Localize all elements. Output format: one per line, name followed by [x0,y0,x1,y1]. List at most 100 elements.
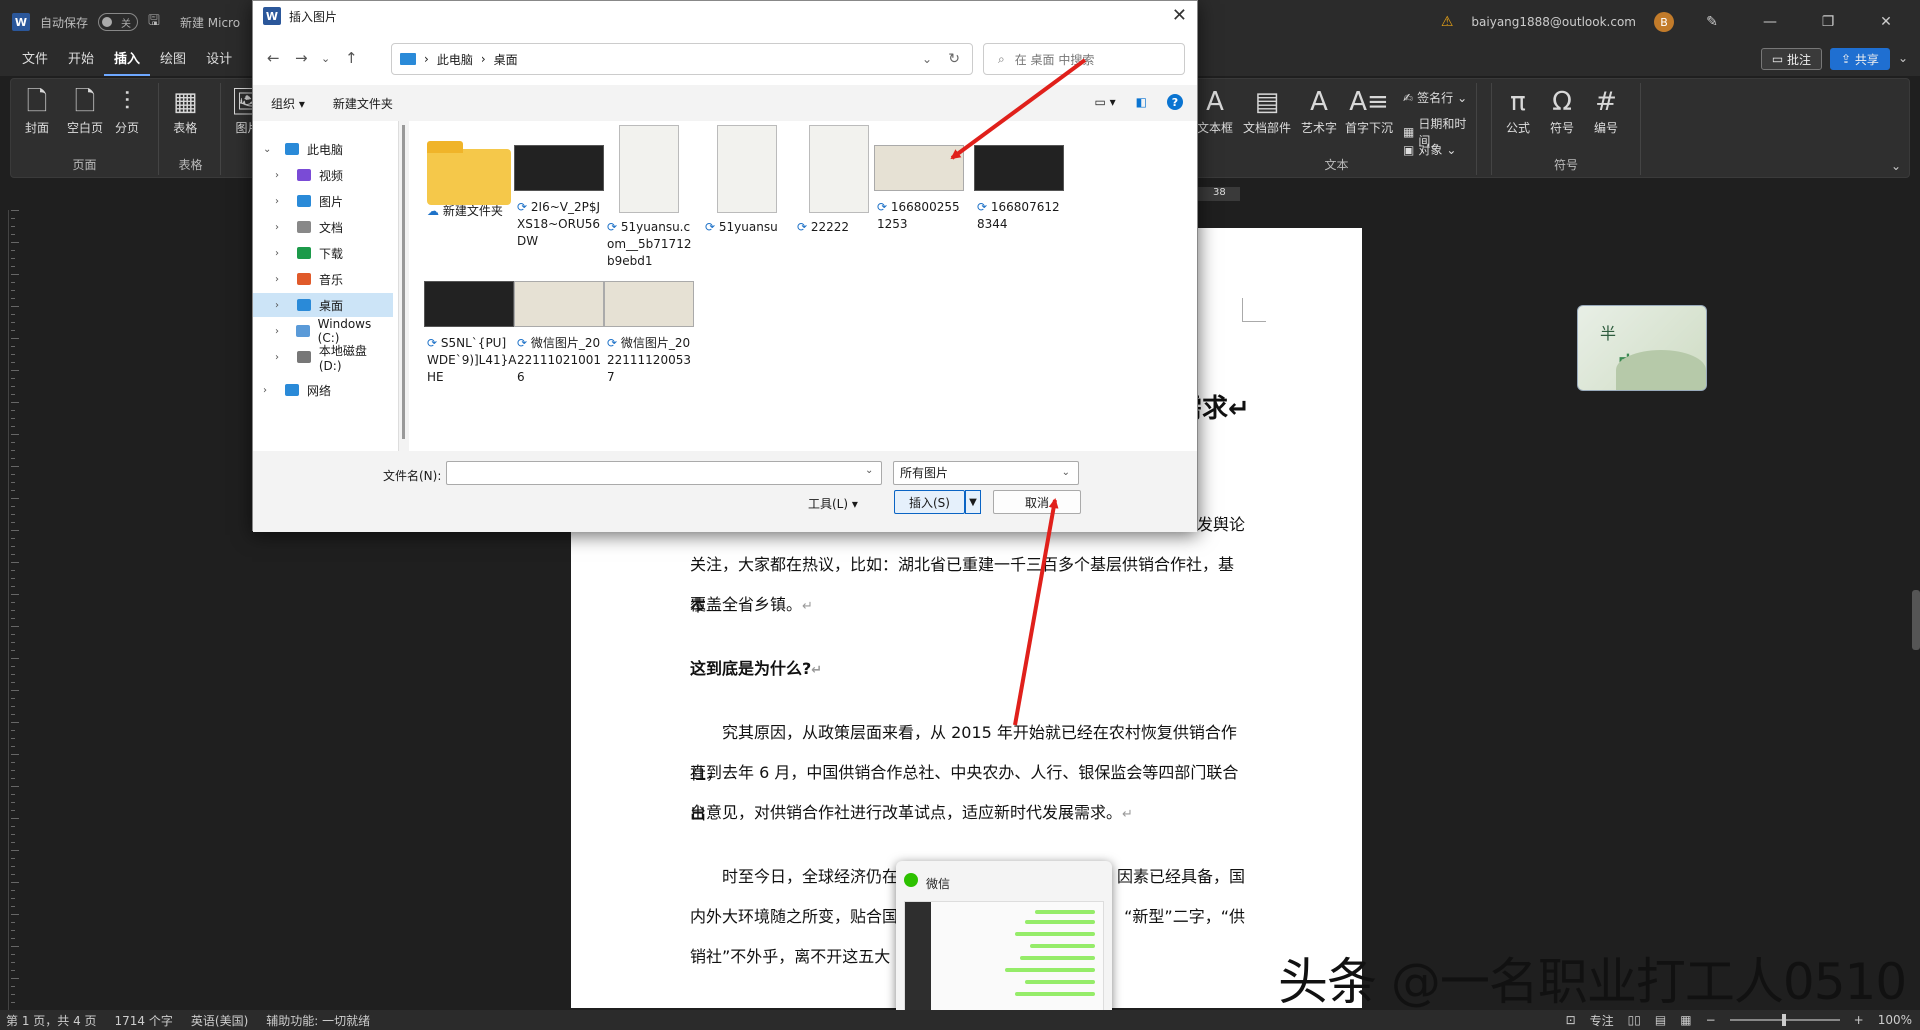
filetype-select[interactable]: 所有图片 ⌄ [893,461,1079,485]
zoom-level[interactable]: 100% [1878,1013,1912,1027]
nav-item[interactable]: › 音乐 [253,267,393,291]
address-dropdown-icon[interactable]: ⌄ [922,52,932,66]
chevron-icon[interactable]: › [275,196,289,207]
blank-page-button[interactable]: 🗋 空白页 [67,85,103,136]
breadcrumb-desktop[interactable]: 桌面 [494,51,518,68]
comments-button[interactable]: ▭ 批注 [1760,48,1823,70]
symbol-button[interactable]: Ω 符号 [1550,85,1574,136]
web-layout-icon[interactable]: ▦ [1680,1013,1691,1027]
close-icon[interactable]: ✕ [1172,5,1187,26]
wechat-preview[interactable]: 微信 [896,861,1112,1018]
back-arrow-icon[interactable]: ← [267,49,280,67]
read-mode-icon[interactable]: ▯▯ [1628,1013,1641,1027]
focus-label[interactable]: 专注 [1590,1012,1614,1029]
save-icon[interactable]: 🖫 [148,10,160,34]
page-break-button[interactable]: ⫶ 分页 [115,85,139,136]
preview-pane-icon[interactable]: ◧ [1136,95,1147,109]
help-icon[interactable]: ? [1167,94,1183,110]
vertical-ruler[interactable] [8,210,22,1010]
chevron-icon[interactable]: › [275,248,289,259]
nav-item[interactable]: › 桌面 [253,293,393,317]
chevron-icon[interactable]: ⌄ [263,144,277,155]
nav-item[interactable]: › 图片 [253,189,393,213]
chevron-icon[interactable]: › [275,222,289,233]
autosave-toggle[interactable]: 关 [98,13,139,31]
file-item[interactable]: ⟳ 51yuansu [699,125,795,236]
docparts-button[interactable]: ▤ 文档部件 [1243,85,1291,136]
tools-button[interactable]: 工具(L) ▾ [808,495,858,512]
refresh-icon[interactable]: ↻ [948,51,960,67]
new-folder-button[interactable]: 新建文件夹 [333,95,393,112]
vertical-scrollbar[interactable] [1912,590,1920,650]
language[interactable]: 英语(美国) [191,1012,248,1029]
nav-item[interactable]: ⌄ 此电脑 [253,137,393,161]
dropcap-button[interactable]: A≡ 首字下沉 [1345,85,1393,136]
warning-icon[interactable]: ⚠ [1441,14,1454,30]
nav-item[interactable]: › 视频 [253,163,393,187]
equation-button[interactable]: π 公式 [1506,85,1530,136]
nav-item[interactable]: › 文档 [253,215,393,239]
table-button[interactable]: ▦ 表格 [173,85,198,136]
tab-file[interactable]: 文件 [12,44,58,76]
inserted-image-preview[interactable]: 半 中 [1577,305,1707,391]
file-item[interactable]: ⟳ 51yuansu.com__5b71712b9ebd1 [601,125,697,270]
search-input[interactable]: ⌕ 在 桌面 中搜索 [983,43,1185,75]
organize-button[interactable]: 组织 ▾ [271,95,305,112]
pen-icon[interactable]: ✎ [1692,14,1732,30]
zoom-in-icon[interactable]: + [1854,1013,1864,1027]
nav-scrollbar[interactable] [402,125,405,439]
minimize-button[interactable]: — [1750,14,1790,30]
file-item[interactable]: ⟳ 微信图片_20221110210016 [511,261,607,386]
file-item[interactable]: ⟳ 2I6~V_2P$JXS18~ORU56DW [511,125,607,250]
focus-icon[interactable]: ⊡ [1566,1013,1576,1027]
nav-item[interactable]: › 网络 [253,378,393,402]
ribbon-expand-icon[interactable]: ⌄ [1898,48,1908,70]
wordart-button[interactable]: A 艺术字 [1301,85,1337,136]
up-arrow-icon[interactable]: ↑ [345,49,358,67]
nav-item[interactable]: › Windows (C:) [253,317,393,345]
ribbon-collapse-icon[interactable]: ⌄ [1891,159,1901,173]
chevron-icon[interactable]: › [275,300,289,311]
word-count[interactable]: 1714 个字 [115,1012,173,1029]
chevron-icon[interactable]: › [275,170,289,181]
close-window-button[interactable]: ✕ [1866,14,1906,30]
file-item[interactable]: ⟳ 1668002551253 [871,125,967,233]
restore-button[interactable]: ❐ [1808,14,1848,30]
nav-item[interactable]: › 下载 [253,241,393,265]
file-item[interactable]: ☁ 新建文件夹 [421,125,517,220]
chevron-icon[interactable]: › [275,274,289,285]
textbox-button[interactable]: A 文本框 [1197,85,1233,136]
page-count[interactable]: 第 1 页，共 4 页 [6,1012,97,1029]
file-item[interactable]: ⟳ 微信图片_20221111200537 [601,261,697,386]
cover-page-button[interactable]: 🗋 封面 [25,85,49,136]
number-button[interactable]: # 编号 [1594,85,1618,136]
insert-button[interactable]: 插入(S) [894,490,965,514]
file-item[interactable]: ⟳ 1668076128344 [971,125,1067,233]
cancel-button[interactable]: 取消 [993,490,1081,514]
view-options-icon[interactable]: ▭ ▾ [1094,95,1115,109]
zoom-slider[interactable] [1729,1014,1840,1026]
recent-dropdown-icon[interactable]: ⌄ [321,52,330,65]
tab-draw[interactable]: 绘图 [150,44,196,76]
breadcrumb-this-pc[interactable]: 此电脑 [437,51,473,68]
account-email[interactable]: baiyang1888@outlook.com [1471,15,1636,29]
insert-dropdown-icon[interactable]: ▼ [965,490,981,514]
filename-dropdown-icon[interactable]: ⌄ [865,465,873,476]
file-item[interactable]: ⟳ S5NL`{PU]WDE`9)]L41}AHE [421,261,517,386]
address-bar[interactable]: › 此电脑 › 桌面 ⌄ ↻ [391,43,973,75]
share-button[interactable]: ⇪ 共享 [1830,48,1890,70]
tab-design[interactable]: 设计 [196,44,242,76]
print-layout-icon[interactable]: ▤ [1655,1013,1666,1027]
chevron-icon[interactable]: › [275,352,289,363]
tab-insert[interactable]: 插入 [104,44,151,76]
chevron-icon[interactable]: › [275,326,288,337]
accessibility-status[interactable]: 辅助功能: 一切就绪 [266,1012,370,1029]
avatar[interactable]: B [1654,12,1674,32]
chevron-icon[interactable]: › [263,385,277,396]
filename-input[interactable] [446,461,882,485]
signature-line-button[interactable]: ✍ 签名行 ⌄ [1403,89,1467,106]
zoom-out-icon[interactable]: − [1706,1013,1716,1027]
forward-arrow-icon[interactable]: → [295,49,308,67]
tab-home[interactable]: 开始 [58,44,104,76]
nav-item[interactable]: › 本地磁盘 (D:) [253,344,393,373]
